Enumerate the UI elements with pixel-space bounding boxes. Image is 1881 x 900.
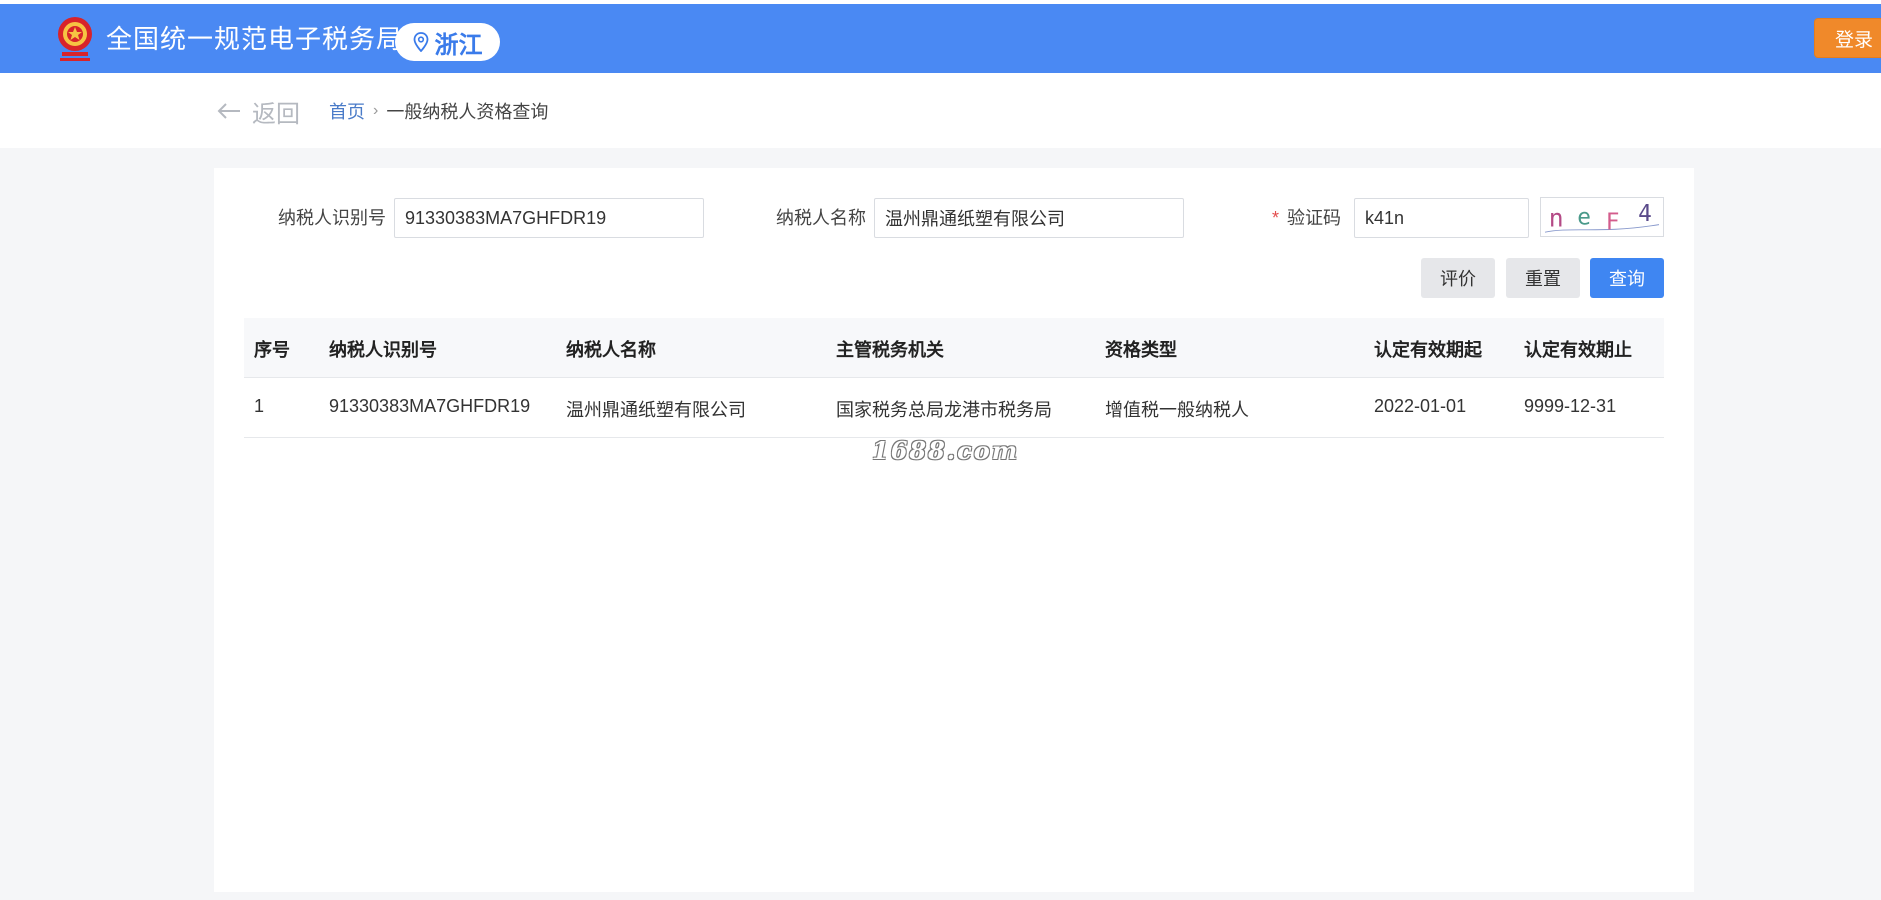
region-selector[interactable]: 浙江 (395, 23, 500, 61)
header-bar: 全国统一规范电子税务局 浙江 登录 (0, 4, 1881, 73)
taxpayer-id-label: 纳税人识别号 (278, 208, 386, 228)
captcha-image[interactable]: n e F 4 (1540, 197, 1664, 237)
column-header-taxpayer-name: 纳税人名称 (566, 340, 656, 360)
result-table: 序号 纳税人识别号 纳税人名称 主管税务机关 资格类型 认定有效期起 认定有效期… (244, 318, 1664, 438)
required-mark: * (1272, 208, 1280, 228)
table-row: 1 91330383MA7GHFDR19 温州鼎通纸塑有限公司 国家税务总局龙港… (244, 378, 1664, 438)
breadcrumb-separator: › (373, 102, 379, 119)
table-header: 序号 纳税人识别号 纳税人名称 主管税务机关 资格类型 认定有效期起 认定有效期… (244, 318, 1664, 378)
captcha-char: n (1549, 204, 1564, 233)
captcha-char: e (1577, 205, 1591, 231)
back-button[interactable]: 返回 (216, 96, 300, 128)
region-label: 浙江 (434, 31, 483, 59)
captcha-char: 4 (1638, 201, 1652, 227)
login-button[interactable]: 登录 (1814, 18, 1881, 58)
column-header-tax-authority: 主管税务机关 (836, 340, 944, 360)
column-header-index: 序号 (254, 340, 290, 360)
breadcrumb: 首页 › 一般纳税人资格查询 (329, 99, 548, 123)
back-label: 返回 (252, 100, 300, 128)
column-header-qualification-type: 资格类型 (1105, 340, 1177, 360)
cell-tax-authority: 国家税务总局龙港市税务局 (836, 400, 1052, 420)
cell-valid-from: 2022-01-01 (1374, 396, 1467, 416)
breadcrumb-home-link[interactable]: 首页 (329, 98, 365, 124)
taxpayer-name-label: 纳税人名称 (776, 208, 866, 228)
cell-index: 1 (254, 396, 265, 416)
cell-qualification-type: 增值税一般纳税人 (1105, 400, 1249, 420)
captcha-input[interactable] (1354, 198, 1529, 238)
captcha-label-text: 验证码 (1287, 208, 1342, 228)
site-title: 全国统一规范电子税务局 (106, 24, 404, 54)
captcha-char: F (1606, 209, 1620, 235)
breadcrumb-current: 一般纳税人资格查询 (386, 102, 549, 122)
captcha-label: * 验证码 (1272, 206, 1341, 230)
national-emblem-icon (58, 17, 92, 61)
evaluate-button[interactable]: 评价 (1421, 258, 1495, 298)
reset-button[interactable]: 重置 (1506, 258, 1580, 298)
watermark: 1688.com (872, 436, 1020, 465)
column-header-valid-to: 认定有效期止 (1524, 340, 1632, 360)
column-header-taxpayer-id: 纳税人识别号 (329, 340, 437, 360)
query-button[interactable]: 查询 (1590, 258, 1664, 298)
taxpayer-name-input[interactable] (874, 198, 1184, 238)
taxpayer-id-input[interactable] (394, 198, 704, 238)
column-header-valid-from: 认定有效期起 (1374, 340, 1482, 360)
cell-taxpayer-name: 温州鼎通纸塑有限公司 (566, 400, 746, 420)
cell-taxpayer-id: 91330383MA7GHFDR19 (329, 396, 531, 416)
arrow-left-icon (217, 103, 240, 119)
location-pin-icon (413, 32, 428, 52)
cell-valid-to: 9999-12-31 (1524, 396, 1617, 416)
